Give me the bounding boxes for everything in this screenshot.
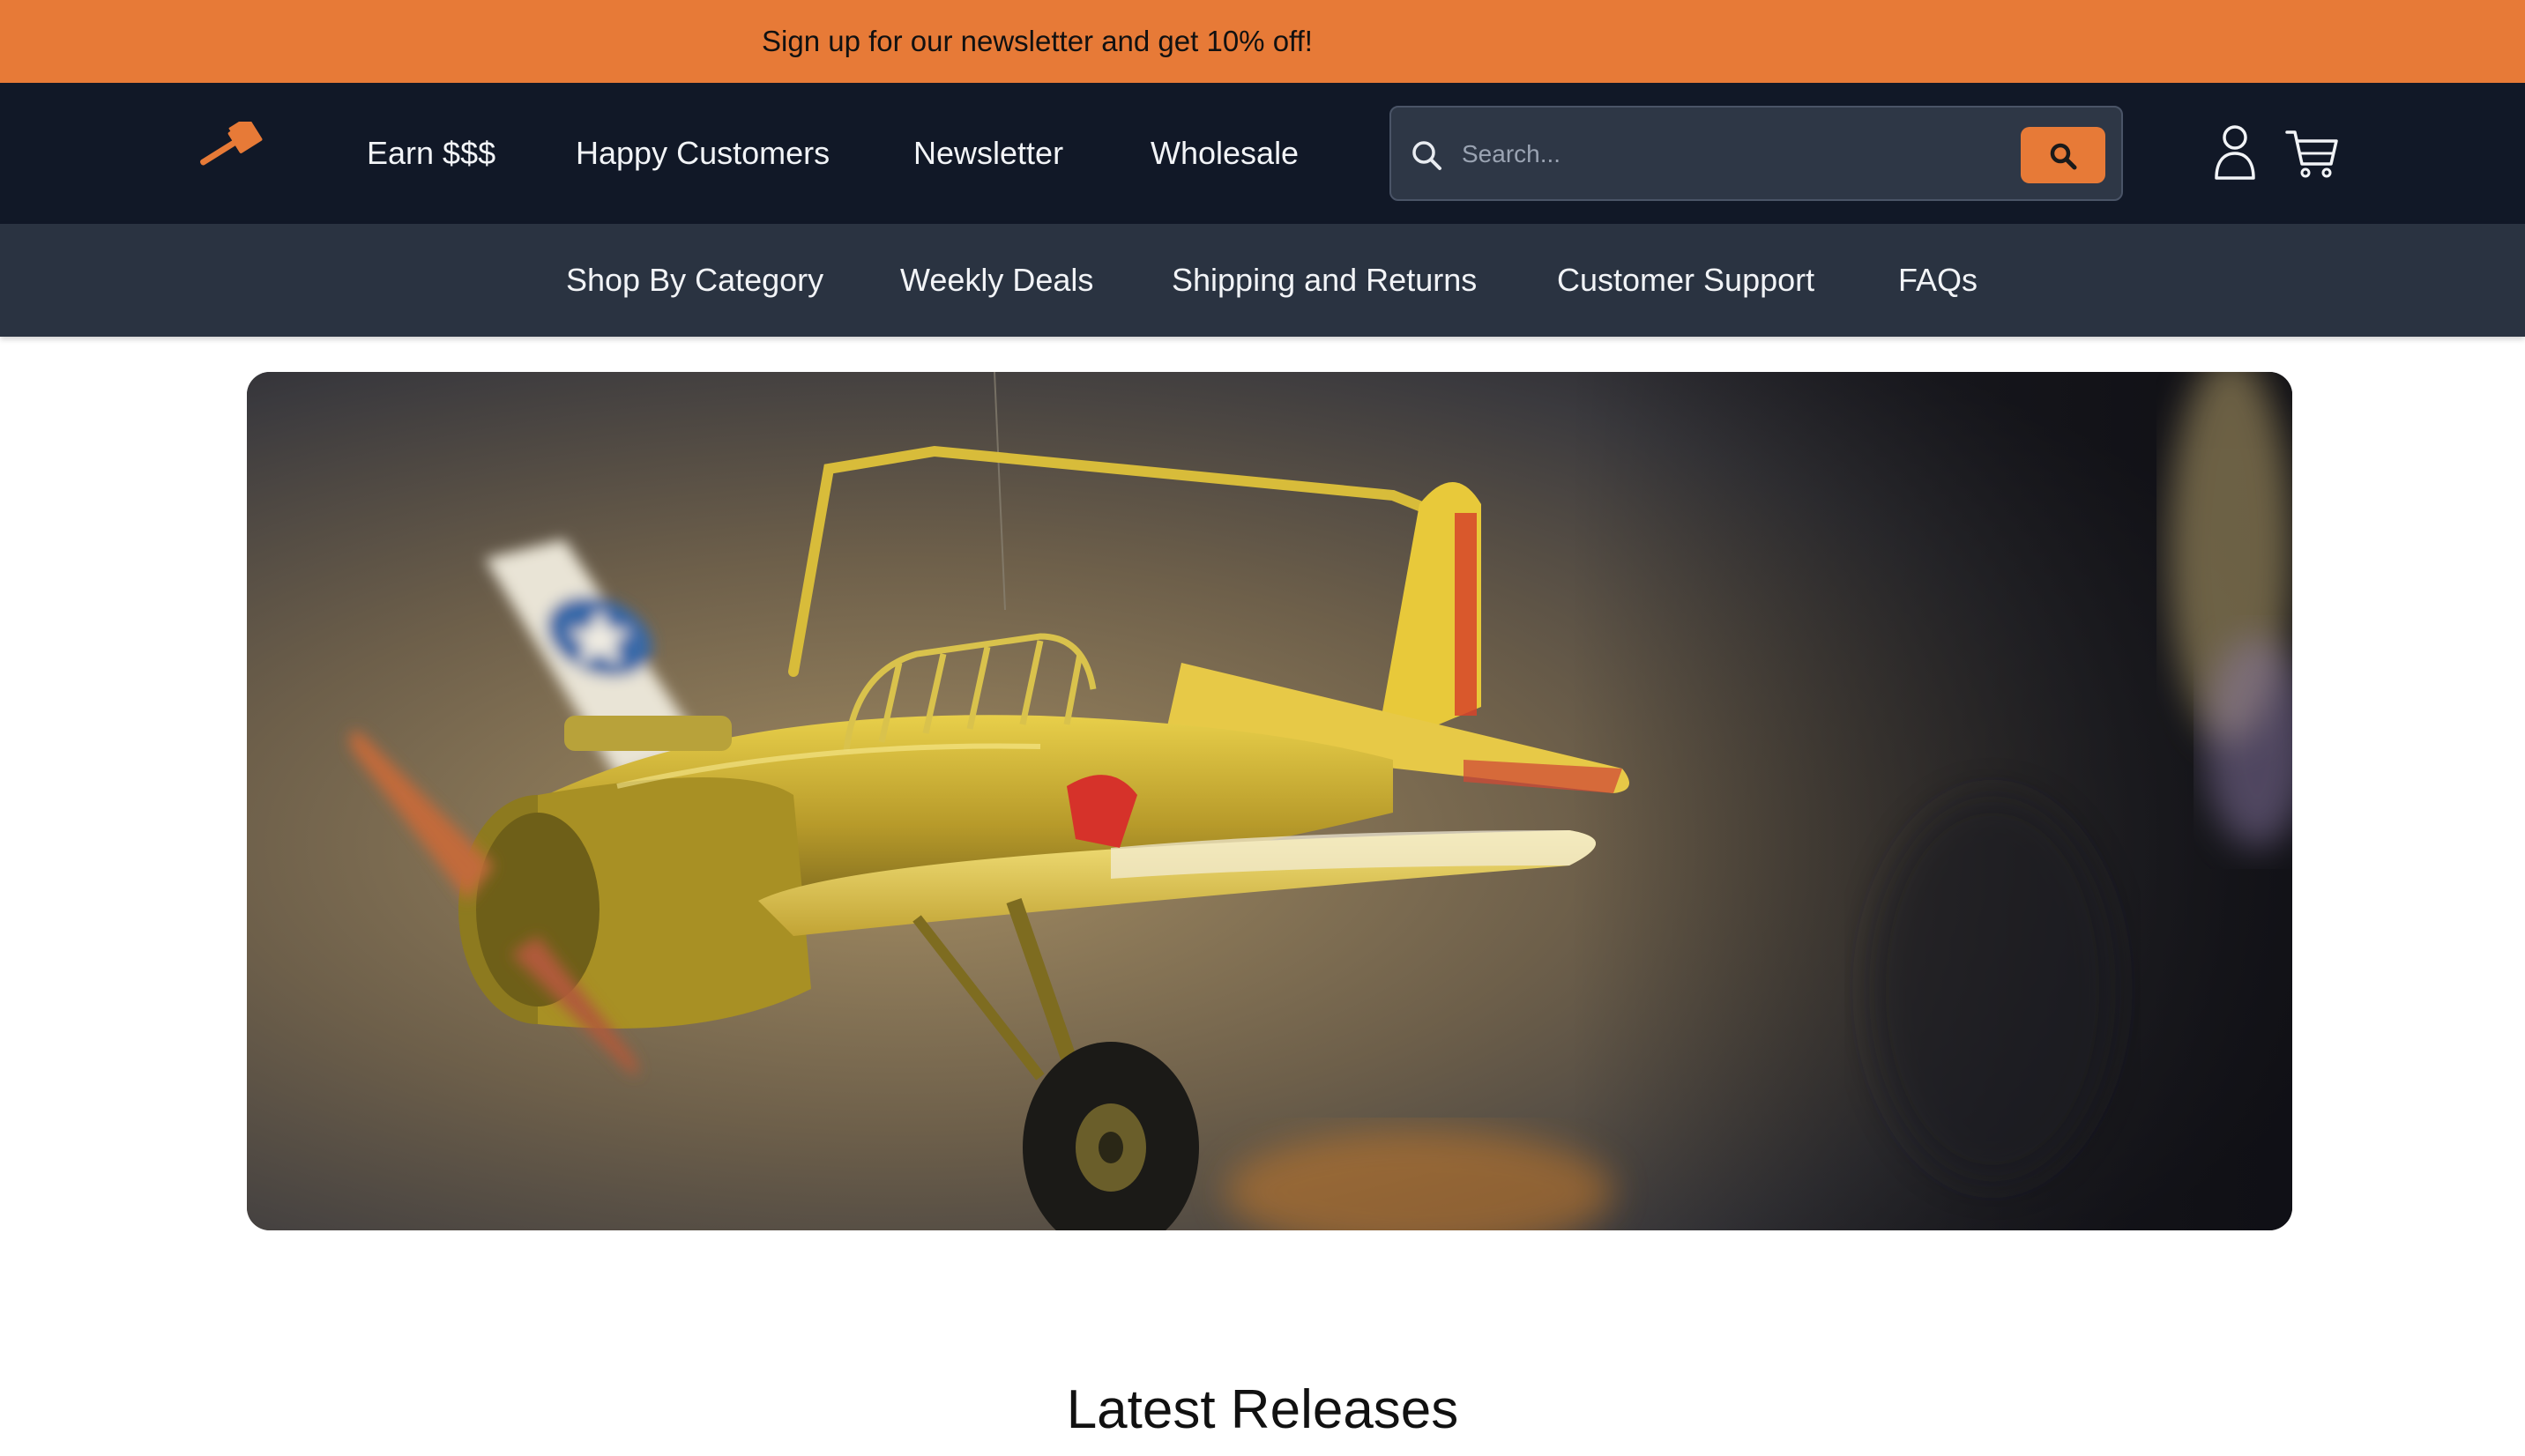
category-nav: Shop By Category Weekly Deals Shipping a…: [0, 224, 2525, 337]
subnav-weekly-deals[interactable]: Weekly Deals: [900, 224, 1093, 337]
announcement-bar: Sign up for our newsletter and get 10% o…: [0, 0, 2525, 83]
subnav-shipping-returns[interactable]: Shipping and Returns: [1172, 224, 1477, 337]
toy-biplane-illustration: [247, 372, 2292, 1230]
cart-icon[interactable]: [2285, 127, 2340, 180]
search-input[interactable]: [1460, 129, 1989, 180]
subnav-customer-support[interactable]: Customer Support: [1557, 224, 1814, 337]
search-button[interactable]: [2021, 127, 2105, 183]
search-bar: [1389, 106, 2123, 201]
main-header: Earn $$$ Happy Customers Newsletter Whol…: [0, 83, 2525, 224]
search-icon: [2050, 143, 2077, 170]
search-icon: [1409, 137, 1444, 173]
subnav-shop-by-category[interactable]: Shop By Category: [566, 224, 823, 337]
latest-releases-heading: Latest Releases: [1066, 1379, 1459, 1440]
nav-wholesale[interactable]: Wholesale: [1151, 83, 1299, 224]
nav-newsletter[interactable]: Newsletter: [913, 83, 1063, 224]
hammer-logo-icon[interactable]: [196, 118, 280, 185]
nav-earn[interactable]: Earn $$$: [367, 83, 495, 224]
user-icon[interactable]: [2213, 123, 2257, 182]
subnav-faqs[interactable]: FAQs: [1898, 224, 1978, 337]
hero-image[interactable]: [247, 372, 2292, 1230]
announcement-text[interactable]: Sign up for our newsletter and get 10% o…: [762, 0, 1313, 83]
nav-happy-customers[interactable]: Happy Customers: [576, 83, 830, 224]
